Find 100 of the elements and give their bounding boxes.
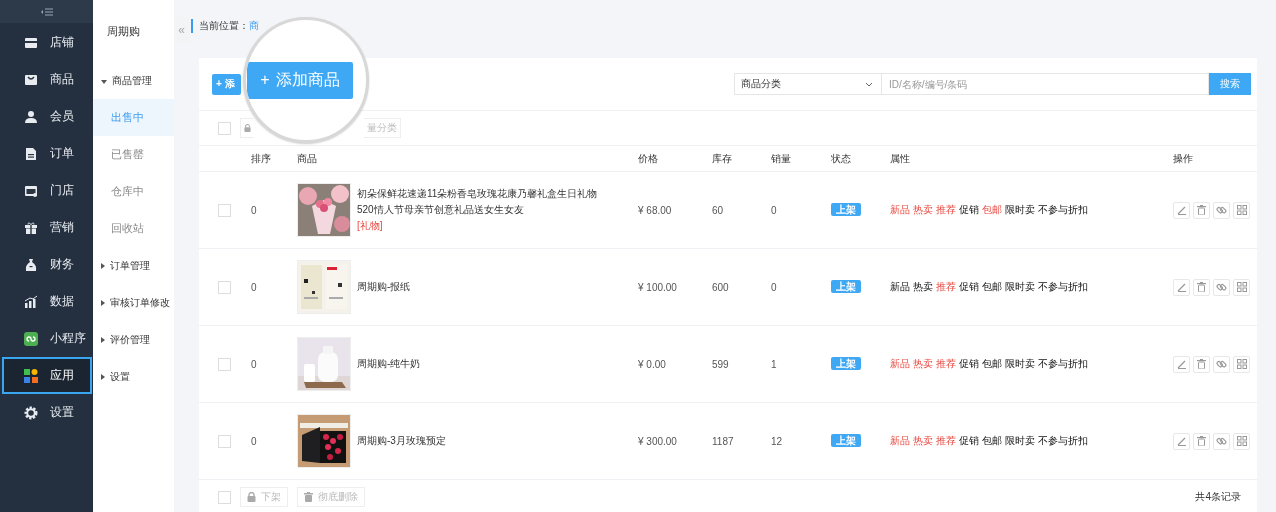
product-name[interactable]: 周期购-纯牛奶 bbox=[357, 356, 613, 372]
menu-group[interactable]: 评价管理 bbox=[93, 321, 174, 358]
table-cell-text: 0 bbox=[251, 435, 258, 447]
attribute-label[interactable]: 不参与折扣 bbox=[1038, 357, 1088, 371]
link-button[interactable] bbox=[1213, 278, 1230, 296]
settings-icon bbox=[24, 405, 38, 420]
attribute-label[interactable]: 热卖 bbox=[913, 434, 933, 448]
category-dropdown[interactable]: 商品分类 bbox=[734, 73, 882, 95]
attribute-label[interactable]: 不参与折扣 bbox=[1038, 280, 1088, 294]
product-name[interactable]: 初朵保鲜花速递11朵粉香皂玫瑰花康乃馨礼盒生日礼物520情人节母亲节创意礼品送女生女友 bbox=[357, 186, 613, 218]
nav-item[interactable]: 订单 bbox=[0, 135, 93, 172]
menu-group[interactable]: 订单管理 bbox=[93, 247, 174, 284]
link-button[interactable] bbox=[1213, 201, 1230, 219]
nav-item[interactable]: 应用 bbox=[2, 357, 92, 394]
attribute-label[interactable]: 新品 bbox=[890, 357, 910, 371]
menu-item[interactable]: 回收站 bbox=[93, 210, 174, 247]
delete-button[interactable] bbox=[1193, 355, 1210, 373]
document-icon bbox=[24, 146, 38, 161]
table-cell-text: ¥ 100.00 bbox=[638, 281, 678, 293]
attribute-label[interactable]: 新品 bbox=[890, 434, 910, 448]
attribute-label[interactable]: 包邮 bbox=[982, 203, 1002, 217]
pencil-icon bbox=[1176, 205, 1187, 215]
attribute-label[interactable]: 促销 bbox=[959, 434, 979, 448]
nav-item[interactable]: 会员 bbox=[0, 98, 93, 135]
search-field[interactable]: ID/名称/编号/条码 bbox=[882, 73, 1209, 95]
menu-group[interactable]: 商品管理 bbox=[93, 62, 174, 99]
attribute-label[interactable]: 新品 bbox=[890, 203, 910, 217]
link-button[interactable] bbox=[1213, 355, 1230, 373]
attribute-label[interactable]: 包邮 bbox=[982, 357, 1002, 371]
attribute-label[interactable]: 促销 bbox=[959, 280, 979, 294]
pencil-icon bbox=[1176, 282, 1187, 292]
nav-item[interactable]: 数据 bbox=[0, 283, 93, 320]
trash-icon bbox=[304, 492, 313, 502]
edit-button[interactable] bbox=[1173, 432, 1190, 450]
delete-button[interactable] bbox=[1193, 432, 1210, 450]
nav-item[interactable]: 商品 bbox=[0, 61, 93, 98]
table-cell-text: 60 bbox=[712, 204, 725, 216]
link-button[interactable] bbox=[1213, 432, 1230, 450]
table-cell-text: ¥ 0.00 bbox=[638, 358, 667, 370]
qr-code-button[interactable] bbox=[1233, 432, 1250, 450]
checkbox[interactable] bbox=[218, 280, 231, 294]
attribute-label[interactable]: 促销 bbox=[959, 203, 979, 217]
checkbox[interactable] bbox=[218, 490, 231, 504]
attribute-label[interactable]: 推荐 bbox=[936, 357, 956, 371]
attribute-label[interactable]: 热卖 bbox=[913, 203, 933, 217]
table-cell-text: 0 bbox=[771, 204, 778, 216]
attribute-label[interactable]: 推荐 bbox=[936, 203, 956, 217]
nav-item[interactable]: 小程序 bbox=[0, 320, 93, 357]
edit-button[interactable] bbox=[1173, 278, 1190, 296]
trash-icon bbox=[1197, 436, 1206, 446]
column-header: 商品 bbox=[297, 151, 318, 166]
edit-button[interactable] bbox=[1173, 355, 1190, 373]
menu-group[interactable]: 审核订单修改 bbox=[93, 284, 174, 321]
trash-icon bbox=[1197, 282, 1206, 292]
attribute-label[interactable]: 包邮 bbox=[982, 434, 1002, 448]
attribute-label[interactable]: 限时卖 bbox=[1005, 434, 1035, 448]
attribute-label[interactable]: 热卖 bbox=[913, 280, 933, 294]
table-cell-text: 0 bbox=[771, 281, 778, 293]
edit-button[interactable] bbox=[1173, 201, 1190, 219]
menu-icon[interactable] bbox=[40, 7, 53, 16]
attribute-label[interactable]: 推荐 bbox=[936, 280, 956, 294]
section-title: 周期购 bbox=[106, 23, 141, 39]
attribute-label[interactable]: 限时卖 bbox=[1005, 357, 1035, 371]
delete-button[interactable] bbox=[1193, 278, 1210, 296]
qr-code-button[interactable] bbox=[1233, 355, 1250, 373]
menu-group[interactable]: 设置 bbox=[93, 358, 174, 395]
bag-icon bbox=[24, 72, 38, 87]
menu-item[interactable]: 已售罄 bbox=[93, 136, 174, 173]
trash-icon bbox=[1197, 359, 1206, 369]
checkbox[interactable] bbox=[218, 434, 231, 448]
product-name[interactable]: 周期购-报纸 bbox=[357, 279, 613, 295]
qr-code-button[interactable] bbox=[1233, 201, 1250, 219]
attribute-label[interactable]: 不参与折扣 bbox=[1038, 434, 1088, 448]
table-cell-text: 599 bbox=[712, 358, 730, 370]
record-count: 共4条记录 bbox=[1195, 490, 1241, 504]
attribute-label[interactable]: 包邮 bbox=[982, 280, 1002, 294]
attribute-label[interactable]: 促销 bbox=[959, 357, 979, 371]
lock-button[interactable] bbox=[240, 118, 254, 138]
menu-item[interactable]: 仓库中 bbox=[93, 173, 174, 210]
delete-button[interactable] bbox=[1193, 201, 1210, 219]
checkbox[interactable] bbox=[218, 357, 231, 371]
attribute-label[interactable]: 不参与折扣 bbox=[1038, 203, 1088, 217]
attribute-label[interactable]: 热卖 bbox=[913, 357, 933, 371]
nav-item[interactable]: 门店 bbox=[0, 172, 93, 209]
checkbox[interactable] bbox=[218, 203, 231, 217]
attribute-label[interactable]: 限时卖 bbox=[1005, 280, 1035, 294]
nav-item[interactable]: 财务 bbox=[0, 246, 93, 283]
attribute-label[interactable]: 推荐 bbox=[936, 434, 956, 448]
column-header: 属性 bbox=[890, 151, 911, 166]
status-badge: 上架 bbox=[831, 203, 861, 216]
qr-code-icon bbox=[1236, 436, 1247, 446]
attribute-label[interactable]: 新品 bbox=[890, 280, 910, 294]
nav-item[interactable]: 设置 bbox=[0, 394, 93, 431]
nav-item[interactable]: 营销 bbox=[0, 209, 93, 246]
chart-icon bbox=[24, 294, 38, 309]
qr-code-button[interactable] bbox=[1233, 278, 1250, 296]
attribute-label[interactable]: 限时卖 bbox=[1005, 203, 1035, 217]
nav-item[interactable]: 店铺 bbox=[0, 24, 93, 61]
checkbox[interactable] bbox=[218, 121, 231, 135]
product-name[interactable]: 周期购-3月玫瑰预定 bbox=[357, 433, 613, 449]
